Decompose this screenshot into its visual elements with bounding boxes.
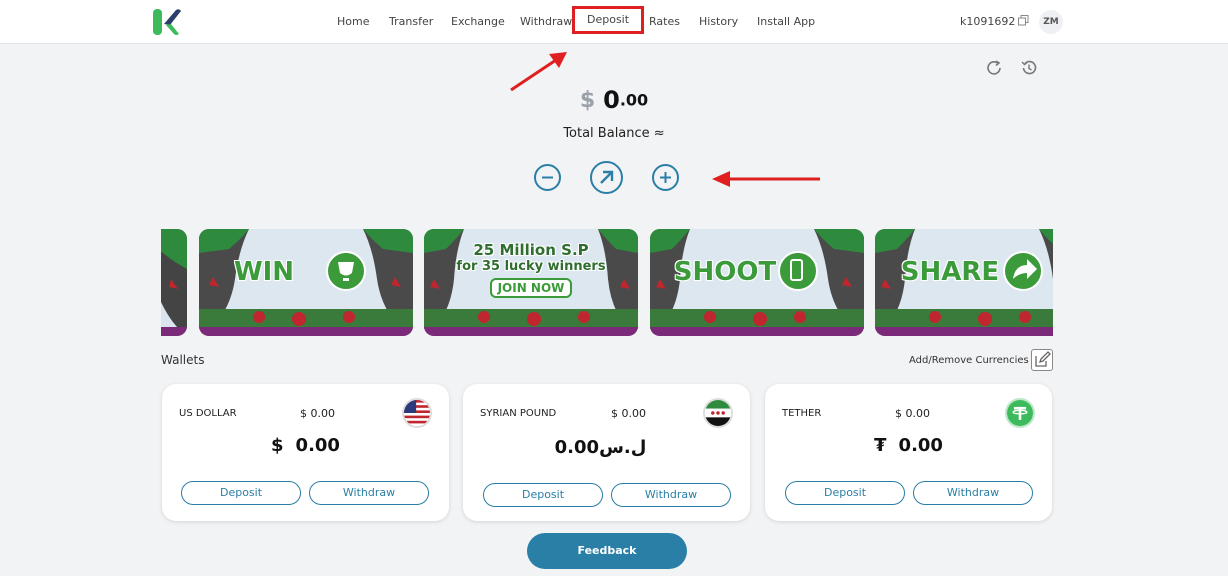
nav-install-app[interactable]: Install App <box>757 15 815 28</box>
transfer-circle-button[interactable] <box>590 161 623 194</box>
total-balance-label: Total Balance ≈ <box>563 126 665 141</box>
wallet-withdraw-button[interactable]: Withdraw <box>913 481 1033 505</box>
banner-shoot-text: SHOOT <box>673 257 777 287</box>
nav-exchange[interactable]: Exchange <box>451 15 505 28</box>
wallet-deposit-button[interactable]: Deposit <box>483 483 603 507</box>
wallet-withdraw-button[interactable]: Withdraw <box>611 483 731 507</box>
balance-integer: 0 <box>603 86 620 114</box>
history-icon[interactable] <box>1020 59 1038 77</box>
promo-banner-shoot[interactable]: SHOOT <box>650 229 864 336</box>
banner-win-text: WIN <box>233 257 295 287</box>
wallet-withdraw-button[interactable]: Withdraw <box>309 481 429 505</box>
nav-rates[interactable]: Rates <box>649 15 680 28</box>
wallet-amount: 0.00 <box>554 437 600 458</box>
wallet-deposit-button[interactable]: Deposit <box>785 481 905 505</box>
banner-prize-sub: for 35 lucky winners <box>456 259 606 274</box>
syria-curtain-art <box>161 229 187 336</box>
wallet-amount: 0.00 <box>898 435 943 456</box>
wallet-balance: $0.00 <box>162 435 449 456</box>
edit-icon[interactable] <box>1031 349 1053 371</box>
promo-banner-join[interactable]: 25 Million S.P for 35 lucky winners JOIN… <box>424 229 638 336</box>
app-logo[interactable] <box>152 7 182 37</box>
wallet-name: US DOLLAR <box>179 408 237 419</box>
promo-banner-share[interactable]: SHARE <box>875 229 1053 336</box>
wallet-deposit-button[interactable]: Deposit <box>181 481 301 505</box>
annotation-arrow-buttons <box>712 171 820 187</box>
wallet-balance: ل.س0.00 <box>463 437 750 458</box>
promo-banner-partial[interactable] <box>161 229 187 336</box>
plus-icon <box>660 172 671 183</box>
banner-prize-title: 25 Million S.P <box>473 241 589 259</box>
nav-transfer[interactable]: Transfer <box>389 15 433 28</box>
wallet-balance: ₮ 0.00 <box>765 435 1052 456</box>
wallet-usd-equivalent: $ 0.00 <box>300 407 335 420</box>
nav-deposit[interactable]: Deposit <box>572 6 645 34</box>
join-now-button[interactable]: JOIN NOW <box>489 278 573 298</box>
us-flag-icon <box>402 398 432 428</box>
wallet-name: TETHER <box>782 408 822 419</box>
wallet-amount: 0.00 <box>295 435 340 456</box>
add-remove-currencies-link[interactable]: Add/Remove Currencies <box>909 355 1029 366</box>
syria-flag-icon <box>703 398 733 428</box>
top-navbar: Home Transfer Exchange Withdraw Deposit … <box>0 0 1228 44</box>
wallet-currency-symbol: ل.س <box>599 437 647 458</box>
balance-decimal: .00 <box>619 90 649 110</box>
balance-currency-symbol: $ <box>579 87 596 113</box>
copy-icon[interactable] <box>1018 15 1029 26</box>
deposit-circle-button[interactable] <box>652 164 679 191</box>
arrow-up-right-icon <box>600 170 614 184</box>
wallet-currency-symbol: ₮ <box>874 435 887 456</box>
banner-prize-text: 25 Million S.P for 35 lucky winners JOIN… <box>424 241 638 298</box>
wallet-usd-equivalent: $ 0.00 <box>611 407 646 420</box>
nav-home[interactable]: Home <box>337 15 369 28</box>
wallets-title: Wallets <box>161 353 205 367</box>
wallet-name: SYRIAN POUND <box>480 408 557 419</box>
wallet-currency-symbol: $ <box>271 435 284 456</box>
feedback-button[interactable]: Feedback <box>527 533 687 569</box>
withdraw-circle-button[interactable] <box>534 164 561 191</box>
wallet-usd-equivalent: $ 0.00 <box>895 407 930 420</box>
wallet-card-usdt: TETHER $ 0.00 ₮ 0.00 Deposit Withdraw <box>765 384 1052 521</box>
wallet-card-usd: US DOLLAR $ 0.00 $0.00 Deposit Withdraw <box>162 384 449 521</box>
tether-icon <box>1005 398 1035 428</box>
banner-share-text: SHARE <box>900 257 1000 287</box>
user-id: k1091692 <box>960 15 1016 28</box>
promo-banner-win[interactable]: WIN <box>199 229 413 336</box>
avatar[interactable]: ZM <box>1039 10 1063 34</box>
minus-icon <box>542 176 553 179</box>
nav-history[interactable]: History <box>699 15 738 28</box>
wallet-card-syp: SYRIAN POUND $ 0.00 ل.س0.00 Deposit With… <box>463 384 750 521</box>
refresh-icon[interactable] <box>985 59 1003 77</box>
total-balance-amount: $0.00 <box>0 86 1228 114</box>
promo-banner-carousel[interactable]: WIN 25 Million S.P for 35 lucky winners … <box>161 229 1053 336</box>
nav-withdraw[interactable]: Withdraw <box>520 15 572 28</box>
